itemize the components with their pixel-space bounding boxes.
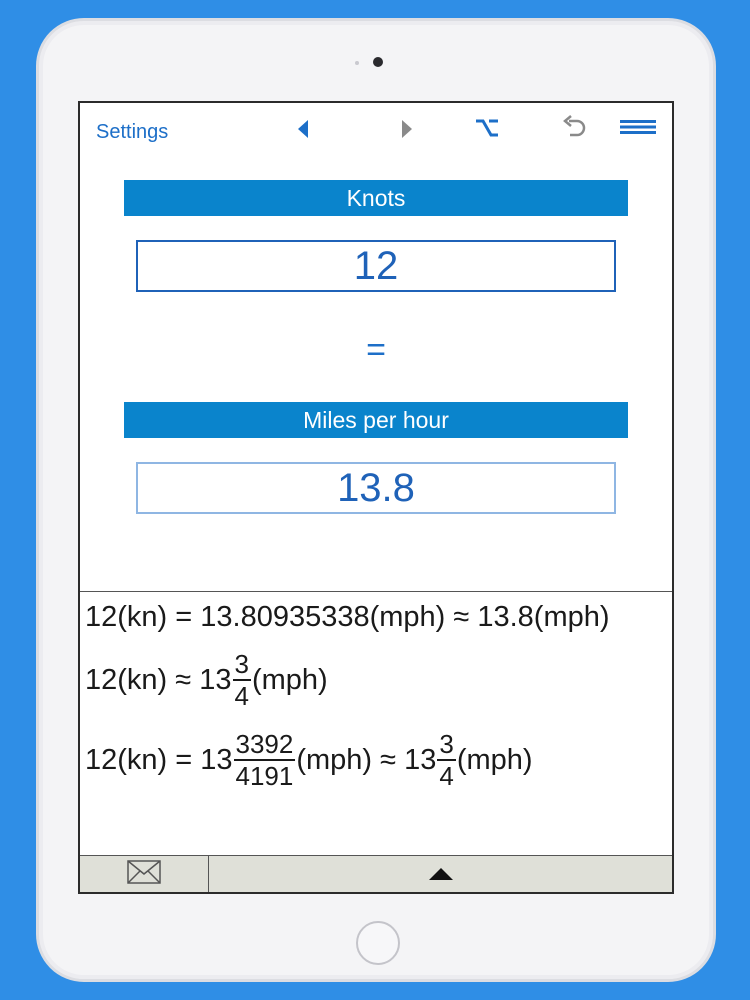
result-line-exact-fraction: 12(kn) = 13 3392 4191 (mph) ≈ 13 3 4 (mp… <box>85 731 533 789</box>
from-unit-selector[interactable]: Knots <box>124 180 628 216</box>
expand-button[interactable] <box>209 856 672 892</box>
to-value-output[interactable]: 13.8 <box>136 462 616 514</box>
result-line-fraction: 12(kn) ≈ 13 3 4 (mph) <box>85 651 328 709</box>
home-button[interactable] <box>356 921 400 965</box>
from-value-input[interactable]: 12 <box>136 240 616 292</box>
result-prefix: 12(kn) = 13 <box>85 743 233 776</box>
fraction-denominator: 4 <box>234 681 249 711</box>
toolbar: Settings <box>80 103 672 163</box>
equals-sign: = <box>366 331 386 369</box>
fraction-denominator: 4 <box>439 761 454 791</box>
fraction-denominator: 4191 <box>235 761 294 791</box>
fraction: 3 4 <box>232 649 251 711</box>
undo-icon[interactable] <box>562 115 586 146</box>
result-middle: (mph) ≈ 13 <box>296 743 437 776</box>
settings-button[interactable]: Settings <box>96 121 168 144</box>
mail-icon <box>127 860 161 889</box>
fraction: 3392 4191 <box>233 729 296 791</box>
bottom-bar <box>80 855 672 892</box>
menu-icon[interactable] <box>620 119 656 140</box>
camera <box>373 57 383 67</box>
fraction-numerator: 3392 <box>233 729 296 761</box>
fraction-numerator: 3 <box>232 649 251 681</box>
back-icon[interactable] <box>296 118 310 145</box>
option-key-icon[interactable] <box>474 117 500 144</box>
fraction: 3 4 <box>437 729 456 791</box>
result-line-decimal: 12(kn) = 13.80935338(mph) ≈ 13.8(mph) <box>85 601 610 633</box>
forward-icon[interactable] <box>400 118 414 145</box>
app-screen: Settings Knots 12 = Miles per hour 13.8 <box>78 101 674 894</box>
fraction-numerator: 3 <box>437 729 456 761</box>
result-suffix: (mph) <box>456 743 533 776</box>
expand-up-icon <box>427 866 455 887</box>
divider <box>80 591 672 592</box>
to-unit-selector[interactable]: Miles per hour <box>124 402 628 438</box>
camera-sensor <box>355 61 359 65</box>
result-prefix: 12(kn) ≈ 13 <box>85 663 232 696</box>
result-suffix: (mph) <box>251 663 328 696</box>
mail-button[interactable] <box>80 856 209 892</box>
